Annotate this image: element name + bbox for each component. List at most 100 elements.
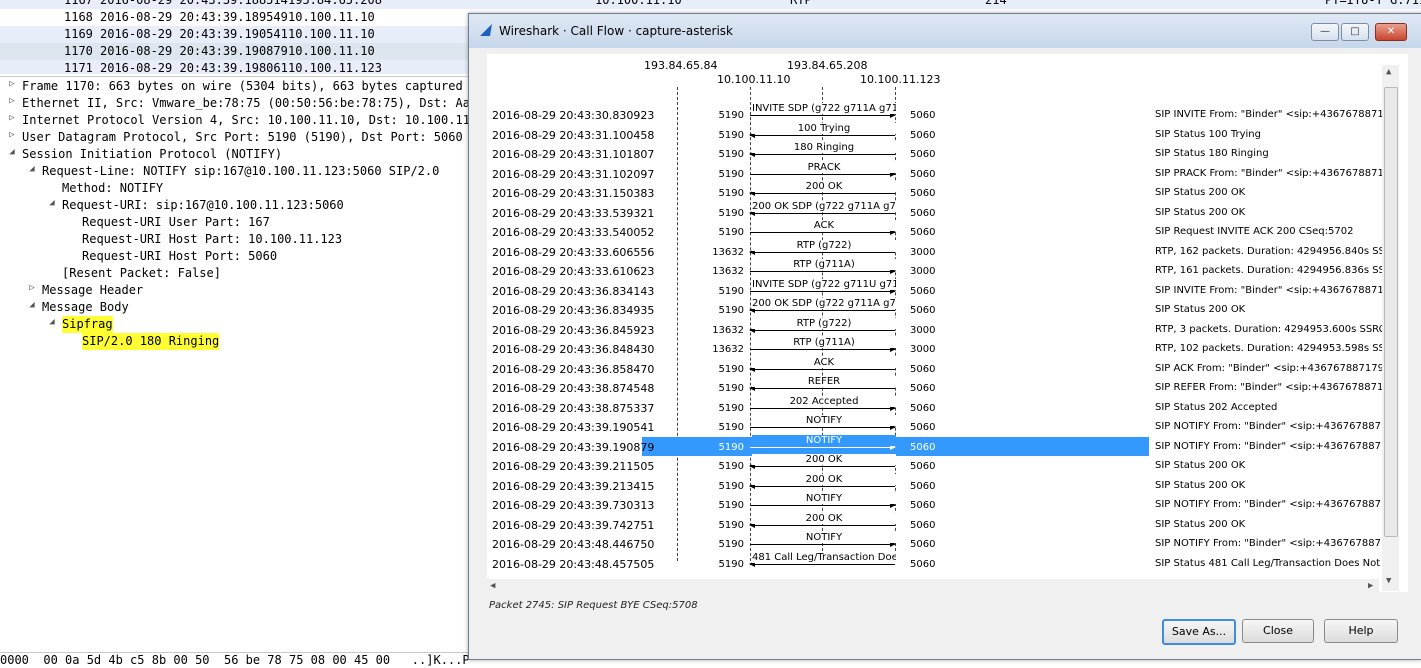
flow-row[interactable]: 2016-08-29 20:43:39.730313 5190 5060 NOTIFY… xyxy=(487,493,1387,515)
tree-item[interactable]: Ethernet II, Src: Vmware_be:78:75 (00:50… xyxy=(22,95,470,112)
window-close-button[interactable]: ✕ xyxy=(1375,23,1407,41)
packet-src: 10.100.11.10 xyxy=(288,10,375,24)
expand-arrow-icon[interactable]: ▷ xyxy=(7,79,17,89)
flow-row[interactable]: 2016-08-29 20:43:31.150383 5190 5060 200 OK… xyxy=(487,181,1387,203)
window-titlebar[interactable]: Wireshark · Call Flow · capture-asterisk… xyxy=(469,14,1421,48)
flow-comment: SIP INVITE From: "Binder" <sip:+43676788… xyxy=(1155,284,1383,296)
dest-port: 3000 xyxy=(910,344,936,355)
tree-item[interactable]: Request-URI User Part: 167 xyxy=(82,214,270,231)
flow-time: 2016-08-29 20:43:39.730313 xyxy=(492,499,655,512)
source-port: 5190 xyxy=(718,480,744,492)
tree-item[interactable]: SIP/2.0 180 Ringing xyxy=(82,333,220,350)
collapse-arrow-icon[interactable]: ◢ xyxy=(47,317,57,327)
flow-row[interactable]: 2016-08-29 20:43:36.845923 13632 3000 RTP (… xyxy=(487,317,1387,340)
maximize-button[interactable]: □ xyxy=(1341,23,1369,41)
flow-row[interactable]: 2016-08-29 20:43:31.102097 5190 5060 PRACK S… xyxy=(487,161,1387,184)
flow-row[interactable]: 2016-08-29 20:43:39.190541 5190 5060 NOTIFY… xyxy=(487,415,1387,437)
tree-item[interactable]: Message Body xyxy=(42,299,129,316)
flow-message: NOTIFY xyxy=(752,532,896,543)
horizontal-scrollbar[interactable]: ◀ ▶ xyxy=(487,579,1379,593)
flow-row[interactable]: 2016-08-29 20:43:36.834935 5190 5060 200 OK… xyxy=(487,298,1387,320)
flow-row[interactable]: 2016-08-29 20:43:36.848430 13632 3000 RTP (… xyxy=(487,337,1387,359)
tree-item[interactable]: [Resent Packet: False] xyxy=(62,265,221,282)
source-port: 5190 xyxy=(718,149,744,160)
vertical-scrollbar[interactable]: ▲ ▼ xyxy=(1382,65,1399,591)
source-port: 5190 xyxy=(718,383,744,394)
call-flow-graph[interactable]: 193.84.65.84 193.84.65.208 10.100.11.10 … xyxy=(487,54,1408,592)
flow-row[interactable]: 2016-08-29 20:43:33.539321 5190 5060 200 OK… xyxy=(487,200,1387,223)
minimize-button[interactable]: — xyxy=(1311,23,1339,41)
flow-row[interactable]: 2016-08-29 20:43:39.213415 5190 5060 200 OK… xyxy=(487,473,1387,496)
packet-bytes-pane[interactable]: 0000 00 0a 5d 4b c5 8b 00 50 56 be 78 75… xyxy=(0,652,470,668)
flow-row[interactable]: 2016-08-29 20:43:30.830923 5190 5060 INVITE… xyxy=(487,103,1387,125)
dest-port: 3000 xyxy=(910,324,936,336)
tree-item[interactable]: User Datagram Protocol, Src Port: 5190 (… xyxy=(22,129,470,146)
flow-comment: SIP NOTIFY From: "Binder" <sip:+43676788… xyxy=(1155,421,1383,432)
tree-item[interactable]: Request-Line: NOTIFY sip:167@10.100.11.1… xyxy=(42,163,439,180)
flow-comment: SIP Status 200 OK xyxy=(1155,479,1246,491)
packet-time: 2016-08-29 20:43:39.198061 xyxy=(100,61,288,74)
tree-item[interactable]: Request-URI: sip:167@10.100.11.123:5060 xyxy=(62,197,344,214)
source-port: 5190 xyxy=(718,227,744,238)
help-button[interactable]: Help xyxy=(1324,619,1398,643)
collapse-arrow-icon[interactable]: ◢ xyxy=(27,164,37,174)
tree-item[interactable]: Method: NOTIFY xyxy=(62,180,163,197)
flow-row[interactable]: 2016-08-29 20:43:33.606556 13632 3000 RTP (… xyxy=(487,239,1387,262)
arrow-left-icon xyxy=(749,131,895,138)
dest-port: 5060 xyxy=(910,305,936,316)
flow-row[interactable]: 2016-08-29 20:43:31.101807 5190 5060 180 Ri… xyxy=(487,142,1387,164)
flow-time: 2016-08-29 20:43:33.540052 xyxy=(492,226,655,239)
packet-no: 1169 xyxy=(64,27,93,41)
flow-row[interactable]: 2016-08-29 20:43:33.610623 13632 3000 RTP (… xyxy=(487,259,1387,281)
tree-item[interactable]: Frame 1170: 663 bytes on wire (5304 bits… xyxy=(22,78,470,95)
flow-row[interactable]: 2016-08-29 20:43:48.446750 5190 5060 NOTIFY… xyxy=(487,532,1387,554)
flow-row[interactable]: 2016-08-29 20:43:33.540052 5190 5060 ACK SIP… xyxy=(487,220,1387,242)
arrow-left-icon xyxy=(749,209,895,216)
flow-row[interactable]: 2016-08-29 20:43:48.457505 5190 5060 481 Ca… xyxy=(487,551,1387,574)
flow-message: INVITE SDP (g722 g711A g711... xyxy=(752,103,896,114)
dest-port: 5060 xyxy=(910,207,936,219)
tree-item[interactable]: Message Header xyxy=(42,282,143,299)
collapse-arrow-icon[interactable]: ◢ xyxy=(27,300,37,310)
source-port: 5190 xyxy=(718,188,744,199)
scrollbar-thumb[interactable] xyxy=(1384,87,1398,537)
collapse-arrow-icon[interactable]: ◢ xyxy=(47,198,57,208)
flow-row[interactable]: 2016-08-29 20:43:38.874548 5190 5060 REFER S… xyxy=(487,376,1387,398)
dest-port: 5060 xyxy=(910,383,936,394)
status-text: Packet 2745: SIP Request BYE CSeq:5708 xyxy=(489,600,698,611)
expand-arrow-icon[interactable]: ▷ xyxy=(7,113,17,123)
tree-item[interactable]: Sipfrag xyxy=(62,316,113,333)
packet-row[interactable]: 1167 2016-08-29 20:43:39.188514 195.84.65.… xyxy=(0,0,1421,9)
flow-row[interactable]: 2016-08-29 20:43:39.190879 5190 5060 NOTIFY… xyxy=(487,434,1387,457)
flow-comment: SIP Status 200 OK xyxy=(1155,460,1246,471)
flow-comment: SIP ACK From: "Binder" <sip:+43676788717… xyxy=(1155,362,1383,374)
tree-item[interactable]: Request-URI Host Port: 5060 xyxy=(82,248,277,265)
expand-arrow-icon[interactable]: ▷ xyxy=(7,96,17,106)
flow-message: 200 OK xyxy=(752,181,896,192)
scroll-left-icon[interactable]: ◀ xyxy=(490,581,495,591)
flow-row[interactable]: 2016-08-29 20:43:38.875337 5190 5060 202 Ac… xyxy=(487,395,1387,418)
flow-time: 2016-08-29 20:43:36.848430 xyxy=(492,343,655,356)
flow-message: ACK xyxy=(752,356,896,368)
arrow-left-icon xyxy=(749,521,895,528)
collapse-arrow-icon[interactable]: ◢ xyxy=(7,147,17,157)
flow-row[interactable]: 2016-08-29 20:43:36.858470 5190 5060 ACK SIP… xyxy=(487,356,1387,379)
flow-row[interactable]: 2016-08-29 20:43:39.211505 5190 5060 200 OK… xyxy=(487,454,1387,476)
scroll-up-icon[interactable]: ▲ xyxy=(1386,67,1391,77)
arrow-right-icon xyxy=(750,443,896,450)
arrow-left-icon xyxy=(749,326,895,333)
tree-item[interactable]: Request-URI Host Part: 10.100.11.123 xyxy=(82,231,342,248)
flow-row[interactable]: 2016-08-29 20:43:39.742751 5190 5060 200 OK… xyxy=(487,512,1387,535)
close-button[interactable]: Close xyxy=(1242,619,1314,643)
scroll-right-icon[interactable]: ▶ xyxy=(1368,581,1373,591)
flow-row[interactable]: 2016-08-29 20:43:36.834143 5190 5060 INVITE… xyxy=(487,278,1387,301)
expand-arrow-icon[interactable]: ▷ xyxy=(7,130,17,140)
tree-item[interactable]: Session Initiation Protocol (NOTIFY) xyxy=(22,146,282,163)
flow-message: 200 OK xyxy=(752,512,896,524)
scroll-down-icon[interactable]: ▼ xyxy=(1386,576,1391,586)
tree-item[interactable]: Internet Protocol Version 4, Src: 10.100… xyxy=(22,112,470,129)
packet-details-tree[interactable]: ▷ Frame 1170: 663 bytes on wire (5304 bit… xyxy=(0,76,470,652)
flow-row[interactable]: 2016-08-29 20:43:31.100458 5190 5060 100 Tr… xyxy=(487,122,1387,145)
save-as-button[interactable]: Save As... xyxy=(1162,619,1236,645)
expand-arrow-icon[interactable]: ▷ xyxy=(27,283,37,293)
